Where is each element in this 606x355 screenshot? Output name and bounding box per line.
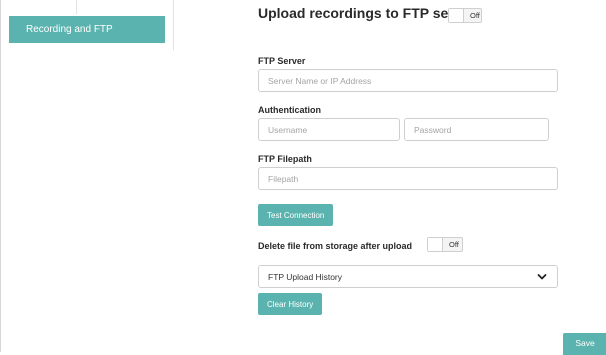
authentication-label: Authentication	[258, 105, 321, 115]
ftp-server-label: FTP Server	[258, 56, 306, 66]
toggle-state-label: Off	[449, 240, 459, 249]
delete-after-upload-toggle[interactable]: Off	[427, 237, 463, 252]
test-connection-button[interactable]: Test Connection	[258, 204, 334, 226]
upload-ftp-toggle[interactable]: Off	[448, 8, 482, 23]
page-title: Upload recordings to FTP server	[258, 5, 475, 21]
sidebar-item-label: Recording and FTP	[26, 24, 113, 35]
sidebar-item-recording-and-ftp[interactable]: Recording and FTP	[9, 16, 165, 43]
delete-after-upload-label: Delete file from storage after upload	[258, 241, 413, 251]
nav-separator	[76, 0, 77, 14]
password-input[interactable]	[404, 118, 549, 141]
chevron-down-icon	[537, 274, 547, 280]
ftp-upload-history-select[interactable]: FTP Upload History	[258, 265, 558, 288]
toggle-state-label: Off	[470, 11, 480, 20]
sidebar-divider	[173, 0, 174, 50]
page-left-border	[0, 0, 1, 352]
ftp-filepath-label: FTP Filepath	[258, 154, 312, 164]
toggle-knob	[449, 9, 464, 22]
clear-history-button[interactable]: Clear History	[258, 293, 323, 315]
select-value: FTP Upload History	[268, 271, 343, 282]
username-input[interactable]	[258, 118, 400, 141]
ftp-filepath-input[interactable]	[258, 167, 558, 190]
ftp-server-input[interactable]	[258, 69, 558, 92]
toggle-knob	[428, 238, 443, 251]
